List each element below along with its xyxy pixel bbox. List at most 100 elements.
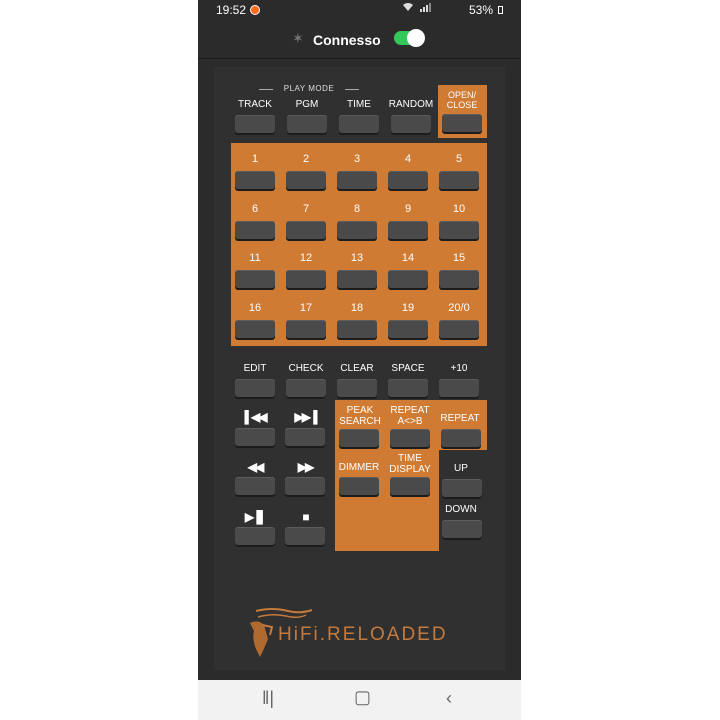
rewind-icon: ◀◀ — [247, 460, 264, 474]
down-label: DOWN — [445, 504, 477, 515]
status-bar: 19:52 53% — [198, 0, 521, 20]
logo-text: HiFi.RELOADED — [278, 624, 448, 645]
clear-label: CLEAR — [340, 363, 374, 374]
skip-next-button[interactable] — [285, 428, 325, 446]
hifi-reloaded-logo: HiFi.RELOADED — [250, 608, 448, 657]
random-label: RANDOM — [388, 99, 434, 110]
time-button[interactable] — [339, 115, 379, 133]
number-16-button[interactable] — [235, 320, 275, 338]
edit-button[interactable] — [235, 379, 275, 397]
repeat-ab-button[interactable] — [390, 429, 430, 447]
plus10-button[interactable] — [439, 379, 479, 397]
number-17-button[interactable] — [286, 320, 326, 338]
number-13-label: 13 — [350, 252, 364, 264]
wifi-icon — [403, 3, 413, 11]
number-19-label: 19 — [401, 302, 415, 314]
back-icon[interactable]: ‹ — [446, 688, 452, 709]
number-5-label: 5 — [455, 153, 463, 165]
pgm-button[interactable] — [287, 115, 327, 133]
number-2-button[interactable] — [286, 171, 326, 189]
number-3-button[interactable] — [337, 171, 377, 189]
number-3-label: 3 — [353, 153, 361, 165]
space-button[interactable] — [388, 379, 428, 397]
number-14-button[interactable] — [388, 270, 428, 288]
number-7-button[interactable] — [286, 221, 326, 239]
check-button[interactable] — [286, 379, 326, 397]
phone-screen: 19:52 53% ✶ Connesso PLAY MODE TRACK PGM T… — [198, 0, 521, 720]
number-12-button[interactable] — [286, 270, 326, 288]
number-10-button[interactable] — [439, 221, 479, 239]
number-20-label: 20/0 — [448, 302, 470, 314]
number-4-button[interactable] — [388, 171, 428, 189]
number-20-button[interactable] — [439, 320, 479, 338]
number-13-button[interactable] — [337, 270, 377, 288]
open-close-button[interactable] — [442, 114, 482, 132]
battery-level: 53% — [469, 3, 494, 17]
number-5-button[interactable] — [439, 171, 479, 189]
skip-prev-button[interactable] — [235, 428, 275, 446]
number-8-button[interactable] — [337, 221, 377, 239]
peak-search-button[interactable] — [339, 429, 379, 447]
open-close-label: OPEN/ CLOSE — [446, 90, 478, 110]
connection-label: Connesso — [313, 32, 381, 48]
clear-button[interactable] — [337, 379, 377, 397]
number-7-label: 7 — [302, 203, 310, 215]
number-18-button[interactable] — [337, 320, 377, 338]
system-nav-bar: ‖| ▢ ‹ — [198, 680, 521, 720]
number-15-label: 15 — [452, 252, 466, 264]
dimmer-button[interactable] — [339, 477, 379, 495]
number-11-button[interactable] — [235, 270, 275, 288]
fast-forward-button[interactable] — [285, 477, 325, 495]
remote-panel: PLAY MODE TRACK PGM TIME RANDOM OPEN/ CLOSE… — [214, 67, 505, 670]
play-mode-label: PLAY MODE — [259, 84, 359, 93]
number-9-label: 9 — [404, 203, 412, 215]
play-pause-button[interactable] — [235, 527, 275, 545]
number-8-label: 8 — [353, 203, 361, 215]
number-16-label: 16 — [248, 302, 262, 314]
number-6-button[interactable] — [235, 221, 275, 239]
repeat-button[interactable] — [441, 429, 481, 447]
check-label: CHECK — [288, 363, 324, 374]
number-4-label: 4 — [404, 153, 412, 165]
up-label: UP — [454, 463, 468, 474]
random-button[interactable] — [391, 115, 431, 133]
dimmer-label: DIMMER — [338, 462, 380, 473]
connection-toggle[interactable] — [394, 29, 425, 47]
status-icons — [402, 2, 431, 15]
time-display-label: TIME DISPLAY — [389, 453, 431, 475]
edit-label: EDIT — [243, 363, 267, 374]
battery-icon — [498, 6, 503, 14]
time-display-button[interactable] — [390, 477, 430, 495]
peak-search-label: PEAK SEARCH — [339, 405, 381, 427]
number-19-button[interactable] — [388, 320, 428, 338]
number-17-label: 17 — [299, 302, 313, 314]
number-12-label: 12 — [299, 252, 313, 264]
connection-icon: ✶ — [292, 30, 304, 46]
signal-icon — [419, 3, 431, 12]
number-14-label: 14 — [401, 252, 415, 264]
repeat-ab-label: REPEAT A<>B — [390, 405, 430, 427]
pgm-label: PGM — [295, 99, 319, 110]
recent-apps-icon[interactable]: ‖| — [262, 688, 274, 709]
number-1-button[interactable] — [235, 171, 275, 189]
home-icon[interactable]: ▢ — [354, 687, 371, 708]
status-time: 19:52 — [216, 3, 247, 17]
number-15-button[interactable] — [439, 270, 479, 288]
app-bar: ✶ Connesso — [198, 20, 521, 59]
down-button[interactable] — [442, 520, 482, 538]
rewind-button[interactable] — [235, 477, 275, 495]
skip-prev-icon: ▌◀◀ — [244, 410, 268, 424]
toggle-knob — [407, 29, 425, 47]
number-10-label: 10 — [452, 203, 466, 215]
number-6-label: 6 — [251, 203, 259, 215]
up-button[interactable] — [442, 479, 482, 497]
repeat-label: REPEAT — [440, 413, 480, 424]
number-9-button[interactable] — [388, 221, 428, 239]
number-18-label: 18 — [350, 302, 364, 314]
play-pause-icon: ▶▐▌ — [244, 510, 267, 524]
number-1-label: 1 — [251, 153, 259, 165]
track-button[interactable] — [235, 115, 275, 133]
time-label: TIME — [347, 99, 371, 110]
stop-button[interactable] — [285, 527, 325, 545]
plus10-label: +10 — [450, 363, 468, 374]
